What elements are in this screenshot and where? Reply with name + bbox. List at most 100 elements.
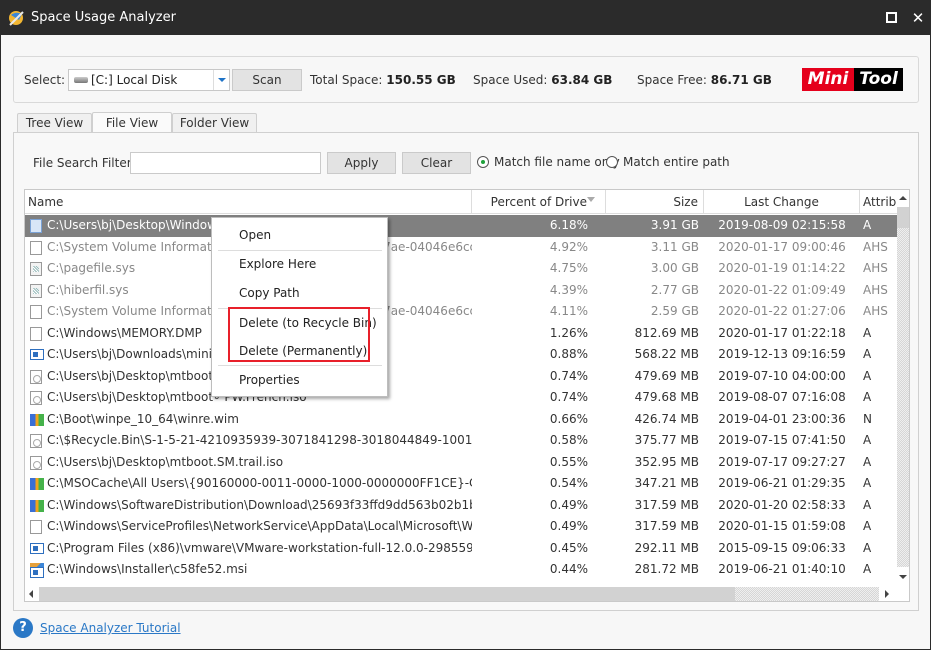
help-icon[interactable]: ? [13,618,33,638]
menu-item-properties[interactable]: Properties [212,367,387,393]
menu-item-open[interactable]: Open [212,222,387,248]
column-header-size[interactable]: Size [606,190,704,214]
size-cell: 347.21 MB [634,476,699,490]
file-name-cell: C:\Windows\SoftwareDistribution\Download… [47,497,472,512]
table-row[interactable]: C:\Windows\MEMORY.DMP 1.26% 812.69 MB 2020-… [25,323,897,345]
total-space-stat: Total Space: 150.55 GB [310,73,456,87]
table-row[interactable]: C:\Windows\ServiceProfiles\NetworkServic… [25,516,897,538]
file-search-filter-input[interactable] [130,152,321,174]
table-row[interactable]: C:\Windows\SoftwareDistribution\Download… [25,495,897,517]
table-row[interactable]: C:\Users\bj\Desktop\mtboot∘ PW.French.is… [25,387,897,409]
percent-cell: 0.88% [549,347,588,361]
size-cell: 3.00 GB [650,261,699,275]
file-rar-icon [30,499,44,512]
select-label: Select: [24,73,66,87]
apply-button[interactable]: Apply [327,152,396,174]
radio-unselected-icon [606,156,618,168]
file-name-cell: C:\$Recycle.Bin\S-1-5-21-4210935939-3071… [47,433,472,447]
last-change-cell: 2019-08-09 02:15:58 [718,218,846,232]
hscrollbar-track[interactable] [735,587,879,601]
file-doc-icon [30,240,42,255]
menu-item-copy-path[interactable]: Copy Path [212,280,387,306]
table-row[interactable]: C:\Users\bj\Desktop\mtboot.SM.trail.iso 0… [25,452,897,474]
scrollbar-track[interactable] [897,207,909,567]
table-row[interactable]: C:\Users\bj\Desktop\Windows 1 6.18% 3.91 G… [25,215,897,237]
table-row[interactable]: C:\pagefile.sys 4.75% 3.00 GB 2020-01-19 01… [25,258,897,280]
radio-selected-icon [477,156,489,168]
column-header-attributes[interactable]: Attribu [860,190,900,214]
file-view-panel: File Search Filter: Apply Clear Match fi… [13,132,919,611]
last-change-cell: 2019-08-07 07:16:08 [718,390,846,404]
file-docg-icon [30,391,42,405]
space-free-stat: Space Free: 86.71 GB [637,73,772,87]
attributes-cell: AHS [863,261,888,275]
total-space-value: 150.55 GB [386,73,456,87]
vertical-scrollbar[interactable] [897,190,909,586]
table-row[interactable]: C:\$Recycle.Bin\S-1-5-21-4210935939-3071… [25,430,897,452]
file-table: Name Percent of Drive Size Last Change A… [24,189,910,602]
scroll-right-icon[interactable] [885,590,889,598]
tab-tree-view[interactable]: Tree View [17,113,92,133]
attributes-cell: A [863,390,872,404]
attributes-cell: A [863,476,872,490]
table-header: Name Percent of Drive Size Last Change A… [25,190,900,214]
table-row[interactable]: C:\System Volume Information\{3808876b-c… [25,301,897,323]
percent-cell: 0.58% [549,433,588,447]
chevron-down-icon[interactable] [213,70,229,90]
match-entire-path-label: Match entire path [623,155,730,169]
percent-cell: 0.66% [549,411,588,426]
window-title: Space Usage Analyzer [31,10,176,25]
menu-item-explore-here[interactable]: Explore Here [212,251,387,277]
percent-cell: 1.26% [549,325,588,340]
column-header-last-change[interactable]: Last Change [704,190,860,214]
drive-select[interactable]: [C:] Local Disk [68,69,230,91]
attributes-cell: A [863,454,872,469]
tab-file-view[interactable]: File View [92,112,172,133]
last-change-cell: 2020-01-20 02:58:33 [718,497,846,512]
scroll-up-icon[interactable] [899,196,907,200]
scan-button[interactable]: Scan [232,69,302,91]
menu-separator [218,365,382,366]
file-iso-icon [30,219,42,233]
match-file-name-radio[interactable]: Match file name only [477,155,620,169]
scrollbar-thumb[interactable] [897,207,909,228]
match-file-name-label: Match file name only [494,155,620,169]
clear-button[interactable]: Clear [402,152,471,174]
attributes-cell: A [863,325,872,340]
percent-cell: 0.74% [549,390,588,404]
table-row[interactable]: C:\Boot\winpe_10_64\winre.wim 0.66% 426.74… [25,409,897,431]
file-exe-icon [30,542,44,554]
table-row[interactable]: C:\MSOCache\All Users\{90160000-0011-000… [25,473,897,495]
scroll-down-icon[interactable] [899,575,907,579]
space-free-value: 86.71 GB [710,73,772,87]
size-cell: 812.69 MB [634,325,699,340]
percent-cell: 4.75% [549,261,588,275]
attributes-cell: A [863,218,872,232]
table-row[interactable]: C:\Users\bj\Downloads\minitool 0.88% 568.2… [25,344,897,366]
maximize-button[interactable] [879,6,903,30]
close-button[interactable]: ✕ [906,6,930,30]
horizontal-scrollbar[interactable] [25,586,897,601]
last-change-cell: 2020-01-17 01:22:18 [718,325,846,340]
minitool-logo: Mini Tool [802,68,903,91]
column-header-name[interactable]: Name [25,190,472,214]
title-bar: Space Usage Analyzer ✕ [1,1,930,35]
match-entire-path-radio[interactable]: Match entire path [606,155,730,169]
table-row[interactable]: C:\Users\bj\Desktop\mtboot∘ PW 0.74% 479.6… [25,366,897,388]
drive-info-panel: Select: [C:] Local Disk Scan Total Space… [13,56,919,103]
scroll-left-icon[interactable] [29,590,33,598]
attributes-cell: A [863,497,872,512]
tab-folder-view[interactable]: Folder View [172,113,257,133]
percent-cell: 4.92% [549,239,588,254]
context-menu: Open Explore Here Copy Path Delete (to R… [211,217,388,397]
table-row[interactable]: C:\hiberfil.sys 4.39% 2.77 GB 2020-01-22 01… [25,280,897,302]
file-docg-icon [30,369,42,384]
file-exe-icon [30,349,44,360]
space-analyzer-tutorial-link[interactable]: Space Analyzer Tutorial [40,621,181,635]
table-row[interactable]: C:\System Volume Information\{3808876b-c… [25,237,897,259]
sort-descending-icon [587,197,595,202]
last-change-cell: 2020-01-22 01:27:06 [718,304,846,318]
attributes-cell: A [863,347,872,361]
size-cell: 375.77 MB [634,433,699,447]
column-header-percent[interactable]: Percent of Drive [472,190,606,214]
